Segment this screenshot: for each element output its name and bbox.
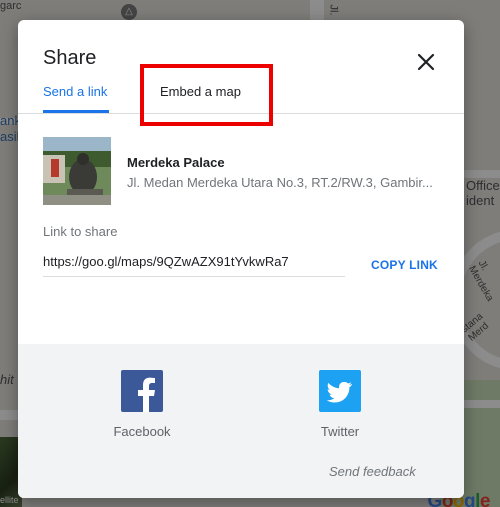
place-card: Merdeka Palace Jl. Medan Merdeka Utara N… xyxy=(43,137,453,205)
place-address: Jl. Medan Merdeka Utara No.3, RT.2/RW.3,… xyxy=(127,175,433,190)
tab-send-link[interactable]: Send a link xyxy=(43,84,109,113)
twitter-icon xyxy=(319,370,361,412)
facebook-icon xyxy=(121,370,163,412)
copy-link-button[interactable]: COPY LINK xyxy=(371,258,438,272)
facebook-label: Facebook xyxy=(113,424,171,439)
twitter-label: Twitter xyxy=(320,424,360,439)
dialog-title: Share xyxy=(43,47,97,69)
share-facebook-button[interactable]: Facebook xyxy=(102,370,182,439)
share-tabs: Send a link Embed a map xyxy=(18,84,464,114)
share-link-field[interactable]: https://goo.gl/maps/9QZwAZX91tYvkwRa7 xyxy=(43,254,345,277)
social-share-panel: Facebook Twitter Send feedback xyxy=(18,344,464,498)
place-name: Merdeka Palace xyxy=(127,155,225,170)
tab-embed-map[interactable]: Embed a map xyxy=(160,84,250,112)
send-feedback-link[interactable]: Send feedback xyxy=(329,464,416,479)
place-photo xyxy=(43,137,111,205)
share-twitter-button[interactable]: Twitter xyxy=(300,370,380,439)
close-icon xyxy=(417,53,435,71)
link-label: Link to share xyxy=(43,224,118,239)
close-button[interactable] xyxy=(414,50,438,74)
share-dialog: Share Send a link Embed a map Merdeka Pa… xyxy=(18,20,464,498)
